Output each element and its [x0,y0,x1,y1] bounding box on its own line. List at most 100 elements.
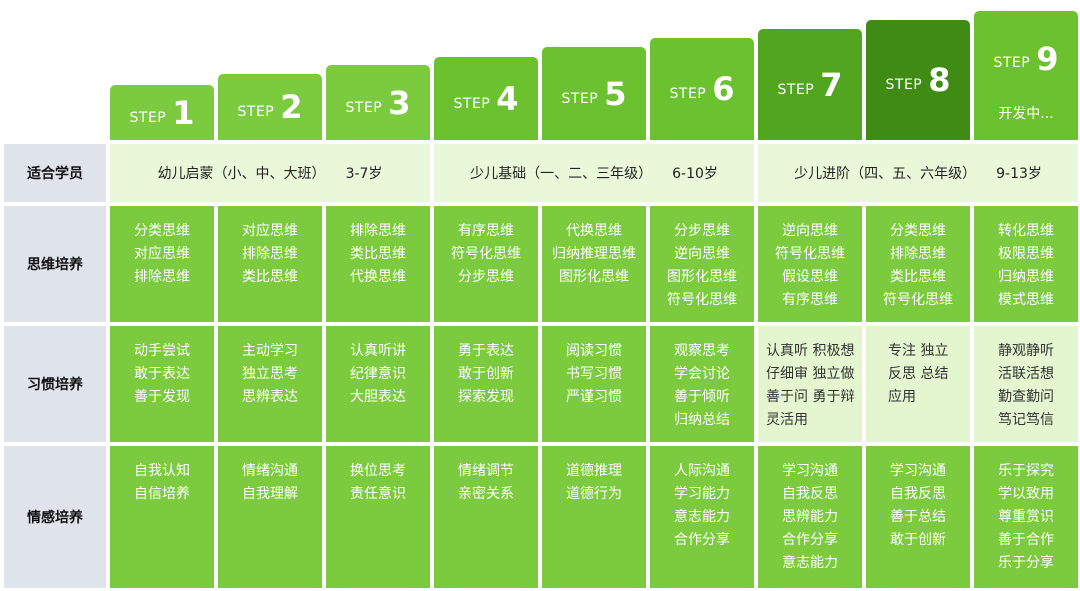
emotion-cell: 情绪沟通 自我理解 [218,446,322,588]
thinking-cell: 分类思维对应思维排除思维 [110,206,214,322]
habits-cell: 观察思考学会讨论善于倾听归纳总结 [650,326,754,442]
step-header-7: STEP 7 [758,29,862,140]
thinking-item: 图形化思维 [667,269,737,285]
thinking-item: 对应思维 [242,223,298,239]
thinking-item: 极限思维 [998,246,1054,262]
thinking-cell: 对应思维排除思维类比思维 [218,206,322,322]
habits-item: 敢于创新 [458,366,514,382]
age-range: 9-13岁 [996,166,1042,182]
habits-cell: 认真听 积极想 仔细审 独立做 善于问 勇于辩 灵活用 [758,326,862,442]
habits-item: 反思 总结 [888,366,949,382]
habits-item: 动手尝试 [134,343,190,359]
thinking-item: 有序思维 [458,223,514,239]
habits-cell: 阅读习惯书写习惯严谨习惯 [542,326,646,442]
age-group-name: 少儿基础（一、二、三年级） [470,166,653,182]
step-header-6: STEP 6 [650,38,754,140]
row-header-2: 习惯培养 [4,326,106,442]
habits-item: 主动学习 [242,343,298,359]
step-header-3: STEP 3 [326,65,430,140]
habits-item: 认真听讲 [350,343,406,359]
habits-item: 思辨表达 [242,389,298,405]
emotion-item: 情绪沟通 [242,463,298,479]
step-number: 8 [928,61,951,99]
emotion-cell: 自我认知 自信培养 [110,446,214,588]
thinking-cell: 分类思维 排除思维 类比思维 符号化思维 [866,206,970,322]
step-title: STEP 8 [886,64,951,96]
emotion-item: 善于总结 [890,509,946,525]
emotion-item: 亲密关系 [458,486,514,502]
emotion-item: 学习沟通 [890,463,946,479]
step-title: STEP 2 [238,91,303,123]
step-header-1: STEP 1 [110,85,214,140]
step-header-9: STEP 9 开发中... [974,11,1078,140]
in-development-note: 开发中... [998,105,1054,122]
habits-item: 善于问 勇于辩 [766,389,855,405]
age-range: 6-10岁 [672,166,718,182]
habits-item: 应用 [888,389,916,405]
thinking-item: 符号化思维 [451,246,521,262]
step-label: STEP [993,54,1031,71]
emotion-item: 学以致用 [998,486,1054,502]
habits-cell: 动手尝试 敢于表达 善于发现 [110,326,214,442]
emotion-cell: 换位思考 责任意识 [326,446,430,588]
thinking-item: 对应思维 [134,246,190,262]
emotion-item: 自我反思 [782,486,838,502]
step-title: STEP 7 [778,69,843,101]
step-title: STEP 1 [130,97,195,129]
thinking-item: 分步思维 [458,269,514,285]
emotion-cell: 人际沟通 学习能力 意志能力 合作分享 [650,446,754,588]
emotion-item: 自我理解 [242,486,298,502]
age-group-name: 少儿进阶（四、五、六年级） [794,166,977,182]
habits-item: 学会讨论 [674,366,730,382]
emotion-item: 道德推理 [566,463,622,479]
habits-item: 归纳总结 [674,412,730,428]
thinking-item: 排除思维 [242,246,298,262]
thinking-item: 符号化思维 [667,292,737,308]
emotion-item: 乐于探究 [998,463,1054,479]
habits-item: 阅读习惯 [566,343,622,359]
emotion-cell: 学习沟通 自我反思 善于总结 敢于创新 [866,446,970,588]
thinking-cell: 逆向思维 符号化思维 假设思维 有序思维 [758,206,862,322]
thinking-item: 排除思维 [134,269,190,285]
emotion-item: 人际沟通 [674,463,730,479]
habits-cell: 认真听讲 纪律意识 大胆表达 [326,326,430,442]
thinking-cell: 排除思维 类比思维 代换思维 [326,206,430,322]
habits-item: 纪律意识 [350,366,406,382]
thinking-item: 逆向思维 [674,246,730,262]
thinking-item: 代换思维 [566,223,622,239]
thinking-item: 代换思维 [350,269,406,285]
step-label: STEP [129,109,167,126]
emotion-item: 自我反思 [890,486,946,502]
emotion-item: 尊重赏识 [998,509,1054,525]
habits-item: 活联活想 [998,366,1054,382]
habits-item: 书写习惯 [566,366,622,382]
thinking-cell: 转化思维 极限思维 归纳思维 模式思维 [974,206,1078,322]
step-number: 9 [1036,39,1059,78]
habits-item: 勤查勤问 [998,389,1054,405]
step-label: STEP [669,86,707,102]
habits-cell: 勇于表达 敢于创新 探索发现 [434,326,538,442]
thinking-item: 假设思维 [782,269,838,285]
thinking-item: 分类思维 [134,223,190,239]
thinking-item: 符号化思维 [883,292,953,308]
step-title: STEP 6 [670,73,735,105]
emotion-cell: 学习沟通 自我反思 思辨能力 合作分享 意志能力 [758,446,862,588]
thinking-item: 类比思维 [242,269,298,285]
habits-item: 探索发现 [458,389,514,405]
habits-item: 观察思考 [674,343,730,359]
step-label: STEP [885,77,923,93]
step-number: 5 [604,74,627,113]
age-range: 3-7岁 [345,166,383,182]
habits-item: 认真听 积极想 [766,343,855,359]
emotion-item: 意志能力 [674,509,730,525]
emotion-cell: 道德推理 道德行为 [542,446,646,588]
age-group-name: 幼儿启蒙（小、中、大班） [157,166,326,182]
emotion-item: 自信培养 [134,486,190,502]
emotion-item: 合作分享 [782,532,838,548]
habits-item: 善于倾听 [674,389,730,405]
step-header-5: STEP 5 [542,47,646,140]
habits-item: 笃记笃信 [998,412,1054,428]
habits-item: 严谨习惯 [566,389,622,405]
habits-item: 专注 独立 [888,343,949,359]
step-title: STEP 3 [346,87,411,119]
